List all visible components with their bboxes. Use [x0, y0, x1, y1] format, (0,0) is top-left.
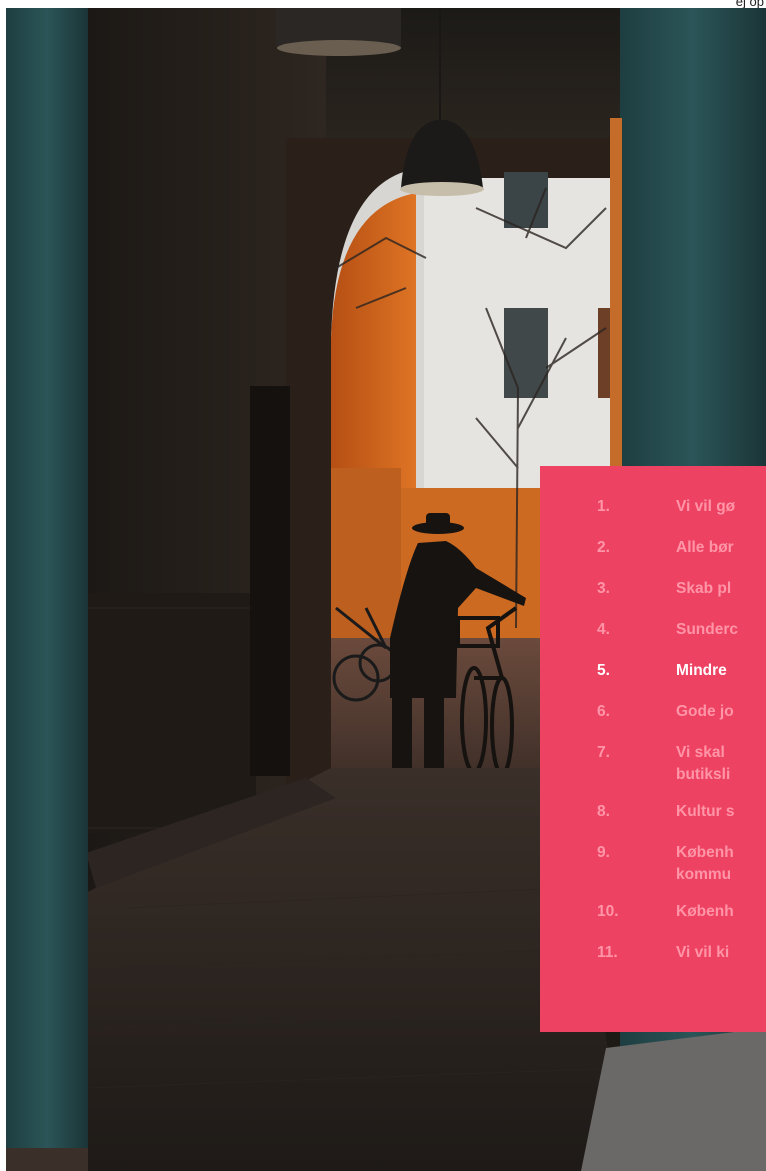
menu-item-label: Vi vil ki [676, 944, 730, 961]
menu-item-3[interactable]: 3. Skab pl [540, 578, 766, 600]
menu-item-label: Alle bør [676, 539, 734, 556]
menu-item-10[interactable]: 10. Københ [540, 901, 766, 923]
menu-item-label: Kultur s [676, 803, 735, 820]
menu-item-label: Vi skal butiksli [676, 742, 730, 786]
menu-item-label: Skab pl [676, 580, 732, 597]
menu-item-label: Sunderc [676, 621, 739, 638]
menu-item-5-active[interactable]: 5. Mindre [540, 660, 766, 682]
menu-item-label: Mindre [676, 662, 727, 679]
menu-item-2[interactable]: 2. Alle bør [540, 537, 766, 559]
menu-item-label: Københ [676, 903, 734, 920]
menu-item-9[interactable]: 9. Københ kommu [540, 842, 766, 886]
menu-item-8[interactable]: 8. Kultur s [540, 801, 766, 823]
menu-item-7[interactable]: 7. Vi skal butiksli [540, 742, 766, 786]
menu-item-number: 5. [597, 662, 610, 679]
menu-item-number: 2. [597, 539, 610, 556]
menu-item-1[interactable]: 1. Vi vil gø [540, 496, 766, 518]
menu-item-number: 8. [597, 803, 610, 820]
page: ej op 1. Vi vil gø 2. Alle bør 3. Skab p… [0, 0, 766, 1171]
menu-item-11[interactable]: 11. Vi vil ki [540, 942, 766, 964]
chapter-list: 1. Vi vil gø 2. Alle bør 3. Skab pl 4. S… [540, 466, 766, 964]
menu-item-6[interactable]: 6. Gode jo [540, 701, 766, 723]
menu-item-number: 11. [597, 944, 618, 961]
menu-item-number: 9. [597, 844, 610, 861]
menu-item-number: 4. [597, 621, 610, 638]
menu-item-label: Vi vil gø [676, 498, 736, 515]
menu-item-label: Københ kommu [676, 842, 734, 886]
menu-item-label-line-2: kommu [676, 866, 732, 883]
menu-item-number: 1. [597, 498, 610, 515]
menu-item-label-line-2: butiksli [676, 766, 731, 783]
menu-item-label-line-1: Københ [676, 844, 734, 861]
menu-item-number: 7. [597, 744, 610, 761]
menu-item-number: 3. [597, 580, 610, 597]
menu-item-number: 6. [597, 703, 610, 720]
menu-item-number: 10. [597, 903, 619, 920]
menu-item-label-line-1: Vi skal [676, 744, 725, 761]
menu-item-label: Gode jo [676, 703, 734, 720]
chapter-menu: 1. Vi vil gø 2. Alle bør 3. Skab pl 4. S… [540, 466, 766, 1032]
menu-item-4[interactable]: 4. Sunderc [540, 619, 766, 641]
